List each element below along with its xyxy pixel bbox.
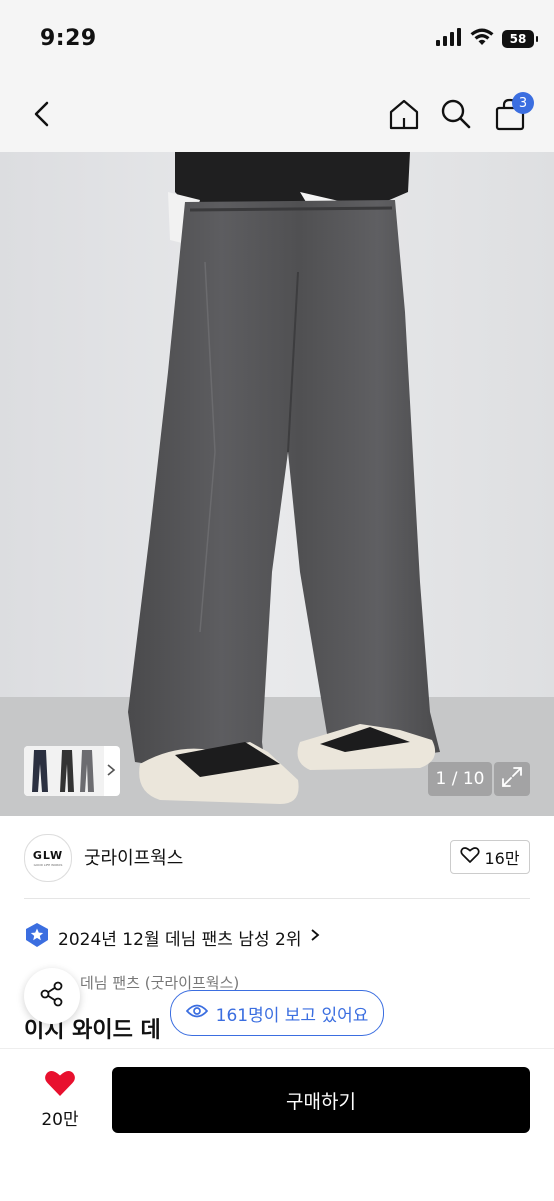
expand-button[interactable] xyxy=(494,762,530,796)
ranking-text: 2024년 12월 데님 팬츠 남성 2위 xyxy=(58,929,302,950)
nav-bar: 3 xyxy=(0,80,554,152)
ranking-badge-icon xyxy=(24,922,50,953)
brand-row[interactable]: GLW GOOD LIFE WORKS 굿라이프웍스 16만 xyxy=(0,830,554,888)
like-count: 20만 xyxy=(41,1110,79,1130)
image-counter: 1 / 10 xyxy=(428,762,492,796)
brand-logo-text: GLW xyxy=(32,849,64,862)
viewers-pill: 161명이 보고 있어요 xyxy=(170,990,384,1036)
divider xyxy=(24,898,530,899)
search-button[interactable] xyxy=(434,94,478,138)
cart-button[interactable]: 3 xyxy=(488,92,534,138)
chevron-right-icon xyxy=(310,927,320,947)
signal-icon xyxy=(436,28,462,50)
like-button[interactable]: 20만 xyxy=(24,1069,96,1133)
brand-like-count: 16만 xyxy=(484,849,520,868)
buy-button[interactable]: 구매하기 xyxy=(112,1067,530,1133)
expand-icon xyxy=(501,766,523,792)
brand-name[interactable]: 굿라이프웍스 xyxy=(84,844,183,870)
share-icon xyxy=(38,980,66,1012)
brand-like-button[interactable]: 16만 xyxy=(450,840,530,874)
product-image[interactable] xyxy=(0,152,554,816)
ranking-link[interactable]: 2024년 12월 데님 팬츠 남성 2위 xyxy=(24,922,320,952)
eye-icon xyxy=(185,1003,208,1024)
bottom-action-bar: 20만 구매하기 xyxy=(0,1048,554,1201)
chevron-left-icon xyxy=(32,100,52,132)
heart-outline-icon xyxy=(460,846,481,868)
chevron-right-icon xyxy=(106,762,116,781)
brand-logo[interactable]: GLW GOOD LIFE WORKS xyxy=(24,834,72,882)
back-button[interactable] xyxy=(20,94,64,138)
product-photo xyxy=(0,152,554,816)
thumbnail-strip[interactable] xyxy=(24,746,120,796)
thumbnail-image xyxy=(24,746,104,796)
status-time: 9:29 xyxy=(40,26,97,51)
battery-indicator: 58 xyxy=(502,30,538,48)
share-button[interactable] xyxy=(24,968,80,1024)
viewers-text: 161명이 보고 있어요 xyxy=(215,1005,369,1026)
heart-icon xyxy=(44,1069,76,1101)
status-icons: 58 xyxy=(436,28,538,50)
status-bar: 9:29 58 xyxy=(0,0,554,80)
wifi-icon xyxy=(470,28,494,50)
brand-logo-subtext: GOOD LIFE WORKS xyxy=(33,863,63,867)
home-icon xyxy=(387,97,421,135)
search-icon xyxy=(440,98,472,134)
cart-count-badge: 3 xyxy=(512,92,534,114)
home-button[interactable] xyxy=(382,94,426,138)
